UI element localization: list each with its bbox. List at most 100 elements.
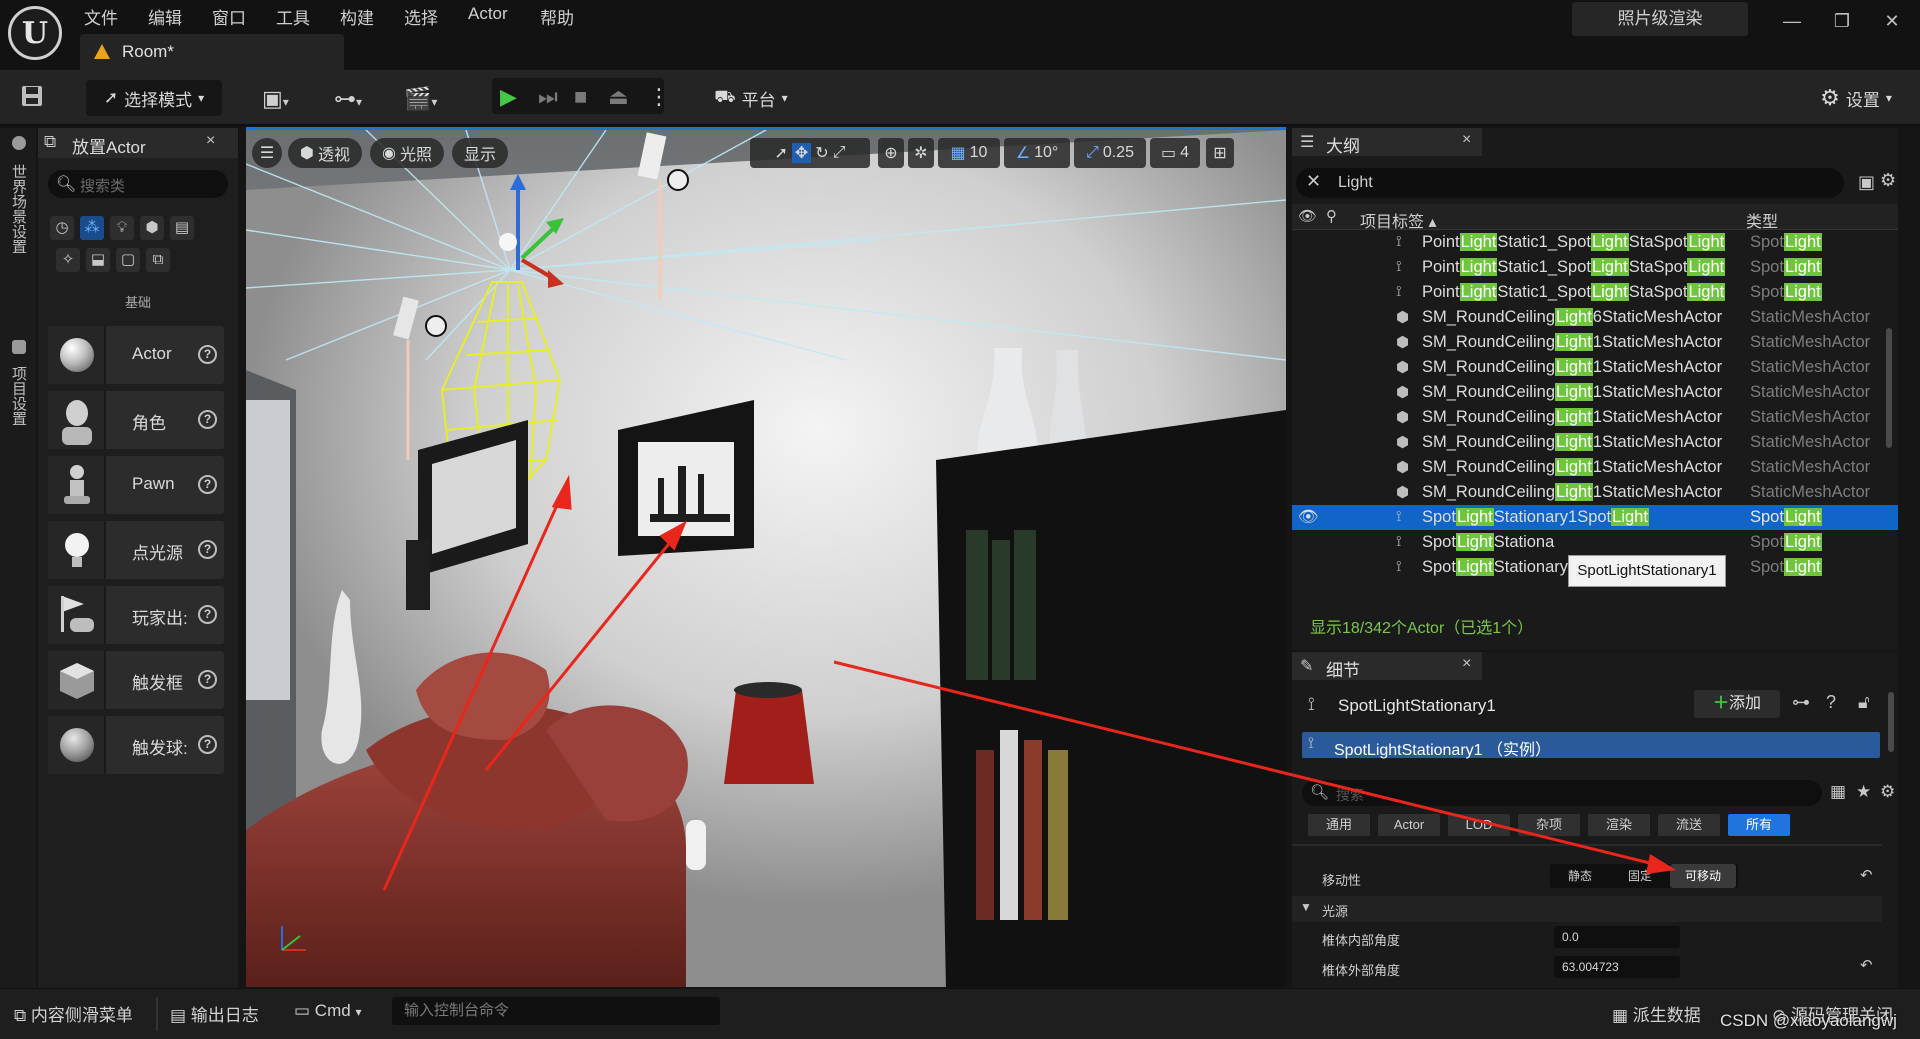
stop-icon[interactable]: ■ (574, 84, 587, 110)
derived-data-button[interactable]: ▦ 派生数据 (1612, 1001, 1701, 1026)
document-tab[interactable]: Room* (80, 34, 344, 70)
mobility-movable-option[interactable]: 可移动 (1670, 864, 1736, 888)
help-icon[interactable]: ? (198, 410, 217, 429)
menu-tools[interactable]: 工具 (276, 4, 310, 30)
level-viewport[interactable]: ☰ ⬢ 透视 ◉ 光照 显示 ➚ ✥ ↻ ⤢ ⊕ ✲ ▦ 10 ∠ 10° ⤢ 0.25 … (246, 127, 1286, 987)
gear-icon[interactable]: ⚙ (1880, 782, 1895, 802)
help-icon[interactable]: ? (198, 540, 217, 559)
outliner-row[interactable]: ⬢ SM_RoundCeilingLight1StaticMeshActor Sta… (1292, 380, 1898, 405)
actor-item-trigger-box[interactable]: 触发框 ? (48, 651, 224, 709)
select-mode-button[interactable]: ➚ 选择模式 ▾ (86, 80, 222, 116)
show-button[interactable]: 显示 (452, 138, 508, 168)
clear-search-icon[interactable]: ✕ (1306, 171, 1321, 192)
reset-icon[interactable]: ↶ (1860, 866, 1873, 884)
tab-all[interactable]: 所有 (1728, 814, 1790, 836)
menu-select[interactable]: 选择 (404, 4, 438, 30)
world-space-icon[interactable]: ⊕ (878, 138, 904, 168)
light-section-header[interactable]: ▼ 光源 (1292, 896, 1882, 922)
outliner-row[interactable]: ⟟ PointLightStatic1_SpotLightStaSpotLight… (1292, 255, 1898, 280)
play-icon[interactable]: ▶ (500, 84, 517, 110)
actor-item-pawn[interactable]: Pawn ? (48, 456, 224, 514)
actor-item-trigger-sphere[interactable]: 触发球: ? (48, 716, 224, 774)
lit-button[interactable]: ◉ 光照 (370, 138, 444, 168)
menu-window[interactable]: 窗口 (212, 4, 246, 30)
close-icon[interactable]: × (1462, 655, 1471, 673)
blueprint-icon[interactable]: ⊶▾ (334, 86, 362, 112)
reset-icon[interactable]: ↶ (1860, 956, 1873, 974)
component-row[interactable]: ⟟ SpotLightStationary1 （实例） (1302, 732, 1880, 759)
actor-item-character[interactable]: 角色 ? (48, 391, 224, 449)
close-icon[interactable]: × (1462, 131, 1471, 149)
layout-icon[interactable]: ⊞ (1206, 138, 1234, 168)
help-icon[interactable]: ? (1826, 692, 1836, 713)
gear-icon[interactable]: ⚙ (1880, 170, 1896, 191)
menu-actor[interactable]: Actor (468, 4, 508, 30)
inner-cone-input[interactable]: 0.0 (1554, 926, 1680, 948)
mobility-static-option[interactable]: 静态 (1550, 864, 1610, 888)
outliner-row[interactable]: ⟟ PointLightStatic1_SpotLightStaSpotLight… (1292, 230, 1898, 255)
cmd-button[interactable]: ▭ Cmd ▾ (294, 1001, 361, 1021)
console-input[interactable]: 输入控制台命令 (392, 997, 720, 1025)
restore-icon[interactable]: ❐ (1822, 6, 1862, 36)
eject-icon[interactable]: ⏏ (608, 84, 629, 110)
visual-effects-icon[interactable]: ✧ (56, 248, 80, 272)
menu-file[interactable]: 文件 (84, 4, 118, 30)
shapes-icon[interactable]: ⬢ (140, 216, 164, 240)
type-column-header[interactable]: 类型 (1746, 208, 1778, 232)
recent-icon[interactable]: ◷ (50, 216, 74, 240)
help-icon[interactable]: ? (198, 345, 217, 364)
visibility-icon[interactable]: 👁︎ (1298, 508, 1319, 527)
details-search-input[interactable]: 🔍︎ 搜索 (1302, 780, 1822, 806)
save-icon[interactable] (20, 84, 44, 114)
favorite-star-icon[interactable]: ★ (1856, 782, 1871, 802)
cinematics-icon[interactable]: 🎬▾ (404, 86, 437, 112)
settings-button[interactable]: ⚙ 设置 ▾ (1808, 80, 1904, 116)
render-mode-label[interactable]: 照片级渲染 (1572, 2, 1748, 36)
menu-build[interactable]: 构建 (340, 4, 374, 30)
tab-rendering[interactable]: 渲染 (1588, 814, 1650, 836)
outliner-row[interactable]: ⬢ SM_RoundCeilingLight1StaticMeshActor Sta… (1292, 330, 1898, 355)
move-tool-icon[interactable]: ✥ (791, 143, 812, 163)
actor-item-point-light[interactable]: 点光源 ? (48, 521, 224, 579)
outliner-search-input[interactable]: ✕ Light (1296, 168, 1844, 198)
help-icon[interactable]: ? (198, 605, 217, 624)
outliner-row[interactable]: ⟟ SpotLightStationa SpotLight (1292, 530, 1898, 555)
tab-general[interactable]: 通用 (1308, 814, 1370, 836)
step-icon[interactable]: ⏭ (538, 84, 558, 110)
content-drawer-button[interactable]: ⧉ 内容侧滑菜单 (14, 1001, 133, 1026)
help-icon[interactable]: ? (198, 735, 217, 754)
close-icon[interactable]: × (206, 132, 215, 150)
camera-speed-button[interactable]: ▭ 4 (1150, 138, 1200, 168)
world-settings-tab[interactable]: 世界场景设置 (8, 164, 29, 254)
outliner-scrollbar[interactable] (1886, 328, 1892, 448)
outliner-row[interactable]: ⬢ SM_RoundCeilingLight1StaticMeshActor Sta… (1292, 405, 1898, 430)
volumes-icon[interactable]: ▢ (116, 248, 140, 272)
label-column-header[interactable]: 项目标签 ▴ (1360, 208, 1437, 232)
outliner-row[interactable]: ⬢ SM_RoundCeilingLight1StaticMeshActor Sta… (1292, 430, 1898, 455)
actor-item-actor[interactable]: Actor ? (48, 326, 224, 384)
minimize-icon[interactable]: — (1772, 6, 1812, 36)
menu-edit[interactable]: 编辑 (148, 4, 182, 30)
help-icon[interactable]: ? (198, 475, 217, 494)
perspective-button[interactable]: ⬢ 透视 (288, 138, 362, 168)
geometry-icon[interactable]: ⬓ (86, 248, 110, 272)
platform-button[interactable]: ⛟ 平台 ▾ (704, 80, 798, 116)
surface-snap-icon[interactable]: ✲ (908, 138, 934, 168)
rotation-snap-button[interactable]: ∠ 10° (1004, 138, 1070, 168)
menu-help[interactable]: 帮助 (540, 4, 574, 30)
basic-category-icon[interactable]: ⁂ (80, 216, 104, 240)
outliner-row[interactable]: ⬢ SM_RoundCeilingLight1StaticMeshActor Sta… (1292, 480, 1898, 505)
lights-icon[interactable]: 💡︎ (110, 216, 134, 240)
viewport-menu-icon[interactable]: ☰ (252, 138, 282, 168)
lock-icon[interactable]: 🔓︎ (1858, 692, 1870, 713)
search-classes-input[interactable]: 🔍︎ 搜索类 (48, 170, 228, 198)
rotate-tool-icon[interactable]: ↻ (815, 143, 828, 163)
all-classes-icon[interactable]: ⧉ (146, 248, 170, 272)
outliner-row[interactable]: ⬢ SM_RoundCeilingLight6StaticMeshActor Sta… (1292, 305, 1898, 330)
cinematic-icon[interactable]: ▤ (170, 216, 194, 240)
tab-misc[interactable]: 杂项 (1518, 814, 1580, 836)
tab-lod[interactable]: LOD (1448, 814, 1510, 836)
blueprint-icon[interactable]: ⊶ (1792, 692, 1810, 713)
scale-snap-button[interactable]: ⤢ 0.25 (1074, 138, 1146, 168)
close-icon[interactable]: ✕ (1872, 6, 1912, 36)
